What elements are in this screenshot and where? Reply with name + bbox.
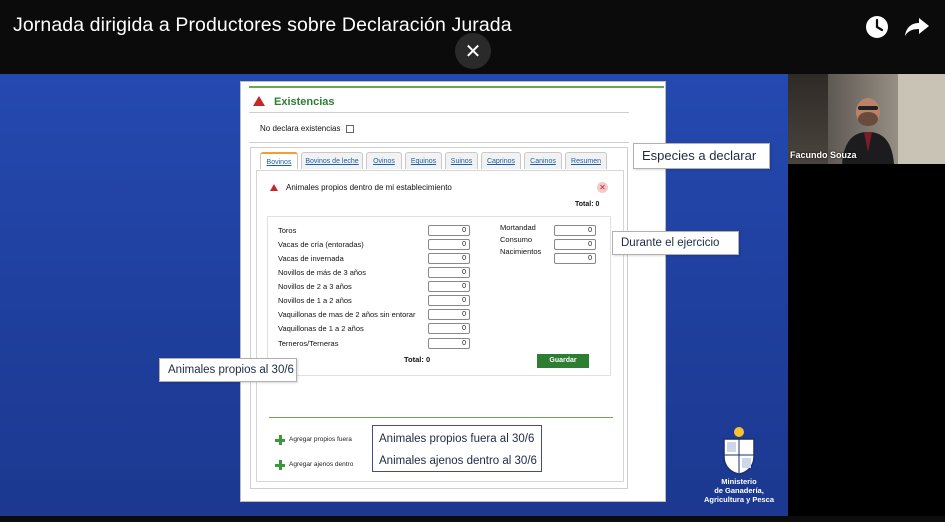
webcam-empty-area: [788, 164, 945, 516]
category-label: Novillos de 1 a 2 años: [278, 296, 352, 305]
close-icon: ✕: [464, 39, 482, 63]
tab-equinos[interactable]: Equinos: [405, 152, 442, 169]
tab-bovinos-de-leche[interactable]: Bovinos de leche: [301, 152, 363, 169]
no-declara-label: No declara existencias: [260, 124, 341, 133]
callout-ejercicio: Durante el ejercicio: [612, 231, 739, 255]
callout-propios-fuera: Animales propios fuera al 30/6: [379, 433, 535, 445]
movement-label: Nacimientos: [500, 247, 542, 256]
section-title: Existencias: [274, 96, 335, 108]
divider: [249, 112, 629, 113]
top-divider: [249, 86, 664, 88]
ministry-line: Ministerio: [721, 477, 757, 486]
total-bottom: Total: 0: [404, 355, 431, 364]
movement-label: Mortandad: [500, 223, 536, 232]
clock-icon: [866, 16, 888, 38]
tab-resumen[interactable]: Resumen: [565, 152, 607, 169]
progress-strip: [0, 516, 945, 522]
plus-icon[interactable]: [275, 435, 285, 445]
callout-propios-306: Animales propios al 30/6: [159, 358, 297, 382]
callout-ajenos-dentro: Animales ajenos dentro al 30/6: [379, 455, 537, 467]
tab-caninos[interactable]: Caninos: [524, 152, 562, 169]
tab-ovinos[interactable]: Ovinos: [366, 152, 402, 169]
tab-caprinos[interactable]: Caprinos: [481, 152, 521, 169]
category-grid: Toros 0 Vacas de cría (entoradas) 0 Vaca…: [267, 216, 611, 376]
divider: [269, 417, 613, 418]
warning-triangle-icon: [253, 96, 265, 106]
webcam-wall: [898, 74, 945, 164]
participant-name: Facundo Souza: [790, 150, 857, 160]
category-input[interactable]: 0: [428, 295, 470, 306]
video-player[interactable]: Jornada dirigida a Productores sobre Dec…: [0, 0, 945, 522]
share-arrow-icon: [905, 18, 929, 36]
category-label: Vaquillonas de 1 a 2 años: [278, 324, 364, 333]
callout-fuera-ajenos: Animales propios fuera al 30/6 Animales …: [372, 425, 542, 472]
callout-especies: Especies a declarar: [633, 143, 770, 169]
subsection-title: Animales propios dentro de mi establecim…: [286, 183, 452, 192]
category-label: Novillos de más de 3 años: [278, 268, 366, 277]
category-label: Vacas de invernada: [278, 254, 344, 263]
ministry-name: Ministerio de Ganadería, Agricultura y P…: [694, 477, 784, 504]
category-input[interactable]: 0: [428, 239, 470, 250]
category-input[interactable]: 0: [428, 253, 470, 264]
tab-suinos[interactable]: Suinos: [445, 152, 478, 169]
category-label: Vaquillonas de mas de 2 años sin entorar: [278, 310, 416, 319]
category-input[interactable]: 0: [428, 338, 470, 349]
category-input[interactable]: 0: [428, 281, 470, 292]
ministry-seal-icon: [723, 427, 755, 475]
add-ajenos-link[interactable]: Agregar ajenos dentro: [289, 461, 353, 468]
category-label: Toros: [278, 226, 297, 235]
species-tabs: Bovinos Bovinos de leche Ovinos Equinos …: [260, 152, 610, 170]
close-button[interactable]: ✕: [455, 33, 491, 69]
tab-bovinos[interactable]: Bovinos: [260, 152, 298, 169]
remove-icon[interactable]: ✕: [597, 182, 608, 193]
category-input[interactable]: 0: [428, 225, 470, 236]
save-button[interactable]: Guardar: [537, 354, 589, 368]
watch-later-button[interactable]: [864, 14, 890, 40]
movement-input[interactable]: 0: [554, 253, 596, 264]
category-input[interactable]: 0: [428, 309, 470, 320]
category-label: Novillos de 2 a 3 años: [278, 282, 352, 291]
ministry-line: de Ganadería,: [714, 486, 764, 495]
total-top: Total: 0: [575, 201, 600, 208]
add-fuera-link[interactable]: Agregar propios fuera: [289, 436, 352, 443]
no-declara-checkbox[interactable]: [346, 125, 354, 133]
category-label: Terneros/Terneras: [278, 339, 339, 348]
movement-input[interactable]: 0: [554, 225, 596, 236]
share-button[interactable]: [904, 15, 930, 39]
warning-triangle-icon: [270, 184, 278, 191]
webcam-feed: Facundo Souza: [788, 74, 945, 164]
video-title: Jornada dirigida a Productores sobre Dec…: [13, 14, 512, 36]
category-input[interactable]: 0: [428, 267, 470, 278]
movement-label: Consumo: [500, 235, 533, 244]
plus-icon[interactable]: [275, 460, 285, 470]
category-label: Vacas de cría (entoradas): [278, 240, 364, 249]
divider: [249, 142, 629, 143]
category-input[interactable]: 0: [428, 323, 470, 334]
video-top-bar: Jornada dirigida a Productores sobre Dec…: [0, 0, 945, 74]
ministry-line: Agricultura y Pesca: [703, 495, 775, 504]
movement-input[interactable]: 0: [554, 239, 596, 250]
